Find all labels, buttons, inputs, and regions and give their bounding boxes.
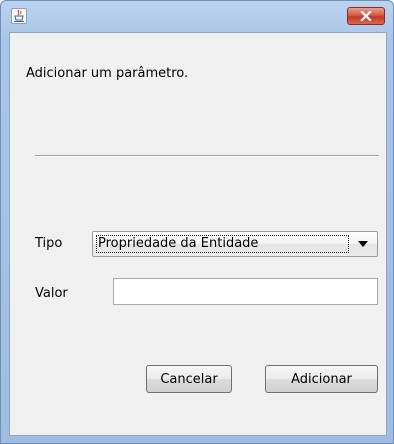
tipo-combobox[interactable]: Propriedade da Entidade [92, 231, 378, 257]
chevron-down-icon[interactable] [358, 241, 368, 247]
separator [35, 155, 379, 157]
dialog-message: Adicionar um parâmetro. [26, 66, 189, 81]
cancel-button[interactable]: Cancelar [146, 365, 232, 393]
tipo-label: Tipo [35, 236, 63, 251]
valor-label: Valor [35, 286, 68, 301]
title-bar[interactable] [1, 1, 393, 31]
add-button[interactable]: Adicionar [265, 365, 378, 393]
valor-input[interactable] [113, 278, 378, 305]
tipo-selected-value: Propriedade da Entidade [96, 235, 349, 253]
close-icon [360, 11, 372, 21]
java-coffee-icon [11, 8, 27, 24]
close-button[interactable] [347, 7, 385, 25]
